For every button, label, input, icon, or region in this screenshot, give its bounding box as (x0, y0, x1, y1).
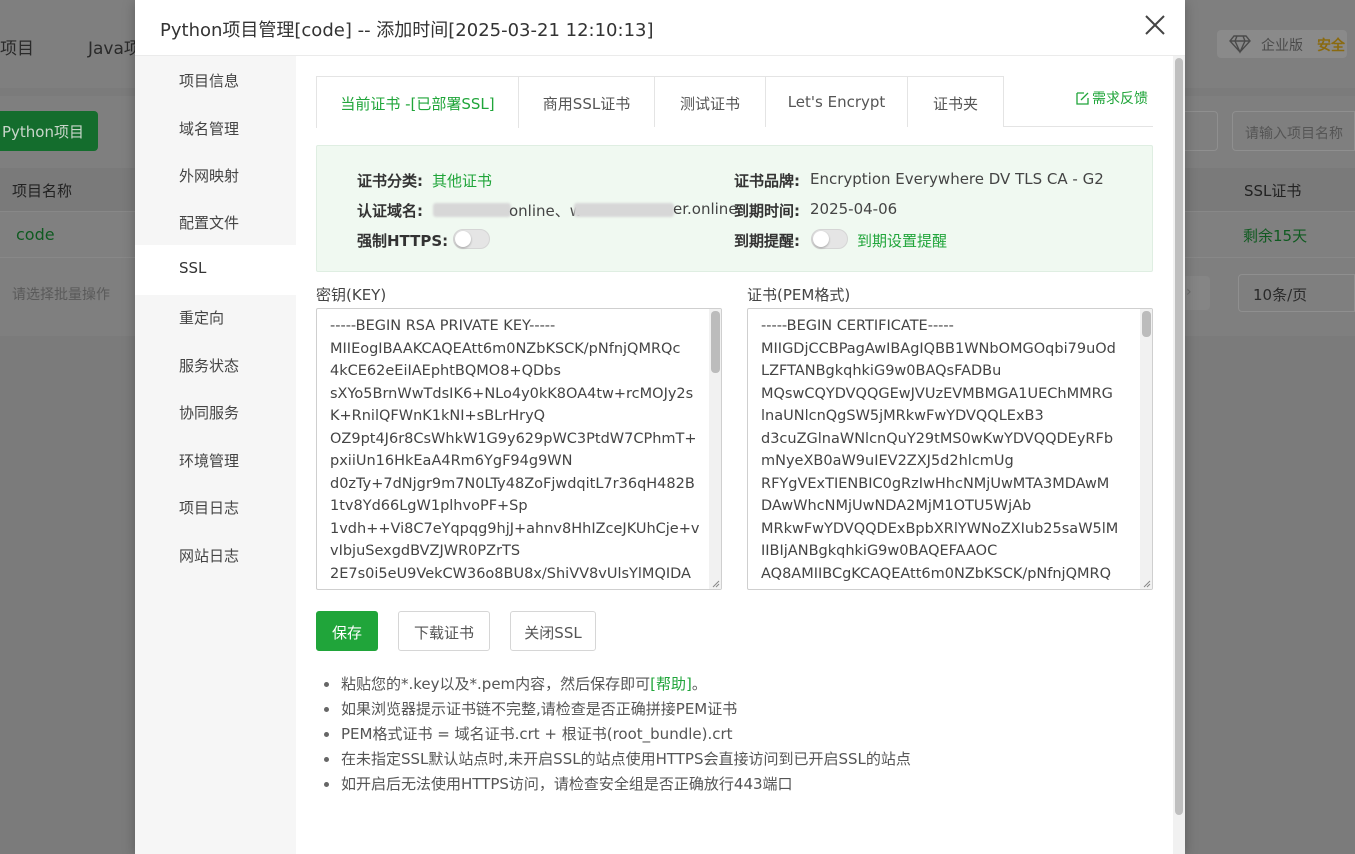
filter-select (1180, 111, 1218, 151)
expiry-reminder-toggle[interactable] (811, 229, 848, 249)
edition-badge: 企业版 安全 (1217, 30, 1347, 58)
sidebar-item-ssl[interactable]: SSL (135, 245, 296, 295)
tip-item: 如开启后无法使用HTTPS访问，请检查安全组是否正确放行443端口 (318, 773, 1158, 798)
redacted-domain-2 (574, 203, 674, 217)
sidebar-item-service-status[interactable]: 服务状态 (135, 341, 296, 389)
dialog-scroll-thumb[interactable] (1175, 58, 1183, 815)
col-ssl: SSL证书 (1244, 182, 1302, 200)
key-label: 密钥(KEY) (316, 286, 387, 304)
tip1-end: 。 (691, 675, 707, 693)
dialog-title: Python项目管理[code] -- 添加时间[2025-03-21 12:1… (160, 20, 654, 41)
project-manage-dialog: Python项目管理[code] -- 添加时间[2025-03-21 12:1… (135, 0, 1185, 854)
key-textarea[interactable]: -----BEGIN RSA PRIVATE KEY----- MIIEogIB… (316, 308, 722, 590)
dialog-sidebar: 项目信息 域名管理 外网映射 配置文件 SSL 重定向 服务状态 协同服务 环境… (135, 56, 296, 854)
tab-commercial-ssl[interactable]: 商用SSL证书 (518, 76, 655, 127)
nav-item-projects: 项目 (0, 39, 34, 59)
tip-item: 粘贴您的*.key以及*.pem内容，然后保存即可[帮助]。 (318, 673, 1158, 698)
sidebar-item-domain[interactable]: 域名管理 (135, 104, 296, 152)
tip-item: 如果浏览器提示证书链不完整,请检查是否正确拼接PEM证书 (318, 698, 1158, 723)
expiry-label: 到期时间: (734, 202, 800, 220)
save-button[interactable]: 保存 (316, 611, 378, 651)
help-link[interactable]: [帮助] (650, 675, 692, 693)
edit-icon (1076, 92, 1089, 105)
category-label: 证书分类: (357, 172, 423, 190)
add-python-project-button: Python项目 (0, 111, 98, 151)
sidebar-item-project-log[interactable]: 项目日志 (135, 483, 296, 531)
brand-label: 证书品牌: (734, 172, 800, 190)
force-https-label: 强制HTTPS: (357, 232, 449, 250)
sidebar-item-mapping[interactable]: 外网映射 (135, 151, 296, 199)
project-search-input: 请输入项目名称 (1232, 111, 1355, 151)
pem-label: 证书(PEM格式) (747, 286, 851, 304)
feedback-label: 需求反馈 (1092, 91, 1148, 107)
download-cert-button[interactable]: 下载证书 (398, 611, 490, 651)
resize-grip-icon[interactable] (1143, 580, 1151, 588)
brand-value: Encryption Everywhere DV TLS CA - G2 (810, 170, 1104, 188)
redacted-domain-1 (433, 203, 511, 217)
security-label: 安全 (1317, 38, 1345, 54)
resize-grip-icon[interactable] (712, 580, 720, 588)
feedback-link[interactable]: 需求反馈 (1076, 88, 1148, 108)
row-ssl-status: 剩余15天 (1243, 227, 1308, 245)
sidebar-item-config[interactable]: 配置文件 (135, 198, 296, 246)
pem-text: -----BEGIN CERTIFICATE----- MIIGDjCCBPag… (761, 318, 1119, 582)
domain-label: 认证域名: (357, 202, 423, 220)
tab-lets-encrypt[interactable]: Let's Encrypt (765, 76, 908, 127)
pem-textarea[interactable]: -----BEGIN CERTIFICATE----- MIIGDjCCBPag… (747, 308, 1153, 590)
edition-label: 企业版 (1261, 38, 1303, 54)
batch-select: 请选择批量操作 (12, 287, 110, 303)
nav-item-java: Java项 (88, 39, 141, 59)
ssl-tabs: 当前证书 -[已部署SSL] 商用SSL证书 测试证书 Let's Encryp… (316, 76, 1153, 128)
tab-current-cert[interactable]: 当前证书 -[已部署SSL] (316, 76, 519, 128)
reminder-settings-link[interactable]: 到期设置提醒 (857, 230, 947, 251)
sidebar-item-env[interactable]: 环境管理 (135, 436, 296, 484)
pem-scrollbar[interactable] (1140, 309, 1152, 589)
key-text: -----BEGIN RSA PRIVATE KEY----- MIIEogIB… (330, 318, 700, 582)
sidebar-item-redirect[interactable]: 重定向 (135, 293, 296, 341)
force-https-toggle[interactable] (453, 229, 490, 249)
domain-value-a: online、w (509, 202, 583, 220)
tip-item: 在未指定SSL默认站点时,未开启SSL的站点使用HTTPS会直接访问到已开启SS… (318, 748, 1158, 773)
close-ssl-button[interactable]: 关闭SSL (510, 611, 596, 651)
cert-info-box: 证书分类: 其他证书 证书品牌: Encryption Everywhere D… (316, 145, 1153, 272)
reminder-label: 到期提醒: (734, 232, 800, 250)
row-project-name: code (16, 225, 55, 244)
domain-value-b: er.online (673, 200, 738, 218)
tip1-text: 粘贴您的*.key以及*.pem内容，然后保存即可 (341, 675, 651, 693)
category-value: 其他证书 (432, 172, 493, 190)
tab-test-cert[interactable]: 测试证书 (654, 76, 766, 127)
tip-item: PEM格式证书 = 域名证书.crt + 根证书(root_bundle).cr… (318, 723, 1158, 748)
dialog-scrollbar[interactable] (1173, 56, 1185, 854)
ssl-panel: 当前证书 -[已部署SSL] 商用SSL证书 测试证书 Let's Encryp… (296, 56, 1173, 854)
tab-cert-folder[interactable]: 证书夹 (907, 76, 1004, 127)
page-size-select: 10条/页 (1238, 274, 1355, 312)
sidebar-item-site-log[interactable]: 网站日志 (135, 531, 296, 579)
sidebar-item-collab[interactable]: 协同服务 (135, 388, 296, 436)
expiry-value: 2025-04-06 (810, 200, 898, 218)
key-scroll-thumb[interactable] (711, 311, 720, 373)
pem-scroll-thumb[interactable] (1142, 311, 1151, 337)
dialog-header: Python项目管理[code] -- 添加时间[2025-03-21 12:1… (135, 0, 1185, 56)
ssl-tips: 粘贴您的*.key以及*.pem内容，然后保存即可[帮助]。 如果浏览器提示证书… (318, 673, 1158, 798)
diamond-icon (1229, 35, 1251, 54)
col-project-name: 项目名称 (12, 182, 73, 200)
close-icon[interactable] (1142, 12, 1168, 38)
key-scrollbar[interactable] (709, 309, 721, 589)
sidebar-item-project-info[interactable]: 项目信息 (135, 56, 296, 104)
